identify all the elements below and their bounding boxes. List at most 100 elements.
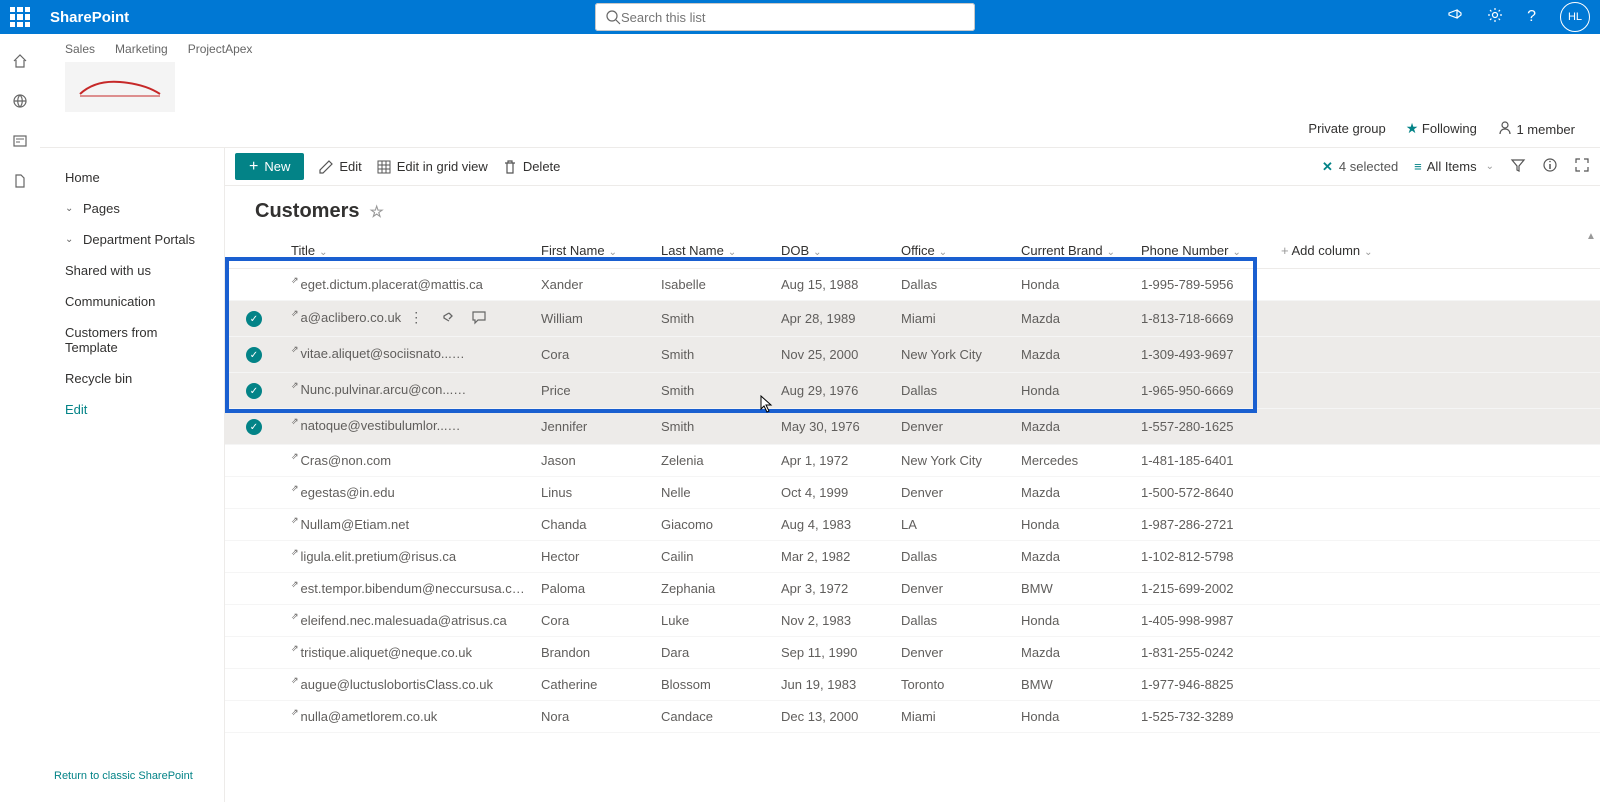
filter-icon[interactable] [1510,157,1526,176]
cell-office: Dallas [893,541,1013,573]
table-row[interactable]: ✓⇗a@aclibero.co.uk⋮WilliamSmithApr 28, 1… [225,301,1600,337]
share-icon[interactable] [490,345,506,364]
table-row[interactable]: ✓⇗natoque@vestibulumlor...⋮JenniferSmith… [225,409,1600,445]
cell-title[interactable]: tristique.aliquet@neque.co.uk [301,645,472,660]
comment-icon[interactable] [517,417,533,436]
favorite-star-icon[interactable]: ☆ [369,202,383,222]
col-dob[interactable]: DOB⌄ [773,233,893,269]
table-row[interactable]: ⇗egestas@in.eduLinusNelleOct 4, 1999Denv… [225,477,1600,509]
table-row[interactable]: ⇗Cras@non.comJasonZeleniaApr 1, 1972New … [225,445,1600,477]
search-input[interactable] [621,10,965,25]
table-row[interactable]: ⇗tristique.aliquet@neque.co.ukBrandonDar… [225,637,1600,669]
view-dropdown[interactable]: ≡All Items⌄ [1414,159,1494,174]
cell-title[interactable]: Nullam@Etiam.net [301,517,410,532]
col-phone[interactable]: Phone Number⌄ [1133,233,1273,269]
selected-check-icon[interactable]: ✓ [246,311,262,327]
cell-title[interactable]: Cras@non.com [301,453,392,468]
selected-check-icon[interactable]: ✓ [246,419,262,435]
cell-phone: 1-525-732-3289 [1133,701,1273,733]
waffle-icon[interactable] [10,7,30,27]
site-logo[interactable] [65,62,175,112]
cell-title[interactable]: vitae.aliquet@sociisnato... [301,346,465,361]
settings-icon[interactable] [1487,7,1503,28]
comment-icon[interactable] [471,309,487,328]
cell-title[interactable]: egestas@in.edu [301,485,395,500]
table-row[interactable]: ⇗augue@luctuslobortisClass.co.ukCatherin… [225,669,1600,701]
cell-brand: BMW [1013,669,1133,701]
col-firstname[interactable]: First Name⌄ [533,233,653,269]
cell-brand: Honda [1013,269,1133,301]
table-row[interactable]: ⇗ligula.elit.pretium@risus.caHectorCaili… [225,541,1600,573]
table-row[interactable]: ✓⇗vitae.aliquet@sociisnato...⋮CoraSmithN… [225,337,1600,373]
globe-icon[interactable] [11,92,29,110]
table-row[interactable]: ⇗Nullam@Etiam.netChandaGiacomoAug 4, 198… [225,509,1600,541]
cell-title[interactable]: a@aclibero.co.uk [301,310,402,325]
expand-icon[interactable] [1574,157,1590,176]
nav-communication[interactable]: Communication [40,286,224,317]
table-row[interactable]: ⇗nulla@ametlorem.co.ukNoraCandaceDec 13,… [225,701,1600,733]
grid-view-button[interactable]: Edit in grid view [376,159,488,175]
table-row[interactable]: ⇗eget.dictum.placerat@mattis.caXanderIsa… [225,269,1600,301]
file-icon[interactable] [11,172,29,190]
cell-lastname: Blossom [653,669,773,701]
comment-icon[interactable] [523,381,533,400]
nav-home[interactable]: Home [40,162,224,193]
more-icon[interactable]: ⋮ [409,309,423,328]
search-box[interactable] [595,3,975,31]
col-add[interactable]: + Add column⌄ [1273,233,1600,269]
cell-firstname: William [533,301,653,337]
selected-check-icon[interactable]: ✓ [246,347,262,363]
cell-title[interactable]: ligula.elit.pretium@risus.ca [301,549,457,564]
cell-dob: Apr 1, 1972 [773,445,893,477]
hub-link-marketing[interactable]: Marketing [115,42,168,56]
info-icon[interactable] [1542,157,1558,176]
cell-office: Denver [893,477,1013,509]
col-title[interactable]: Title⌄ [283,233,533,269]
cell-title[interactable]: natoque@vestibulumlor... [301,418,461,433]
nav-shared[interactable]: Shared with us [40,255,224,286]
home-icon[interactable] [11,52,29,70]
follow-button[interactable]: ★ Following [1406,120,1477,137]
avatar[interactable]: HL [1560,2,1590,32]
share-icon[interactable] [439,309,455,328]
table-row[interactable]: ✓⇗Nunc.pulvinar.arcu@con...⋮PriceSmithAu… [225,373,1600,409]
selected-check-icon[interactable]: ✓ [246,383,262,399]
nav-pages[interactable]: ⌄Pages [40,193,224,224]
selection-count[interactable]: ✕4 selected [1322,159,1398,175]
cell-brand: Mazda [1013,637,1133,669]
cell-title[interactable]: Nunc.pulvinar.arcu@con... [301,382,467,397]
cell-title[interactable]: est.tempor.bibendum@neccursusa.com [301,581,530,596]
table-row[interactable]: ⇗est.tempor.bibendum@neccursusa.comPalom… [225,573,1600,605]
cell-lastname: Giacomo [653,509,773,541]
edit-button[interactable]: Edit [318,159,361,175]
hub-link-projectapex[interactable]: ProjectApex [188,42,253,56]
col-brand[interactable]: Current Brand⌄ [1013,233,1133,269]
nav-recycle[interactable]: Recycle bin [40,363,224,394]
nav-customers[interactable]: Customers from Template [40,317,224,363]
cell-title[interactable]: nulla@ametlorem.co.uk [301,709,438,724]
share-icon[interactable] [491,381,507,400]
link-icon: ⇗ [291,579,299,589]
nav-department-portals[interactable]: ⌄Department Portals [40,224,224,255]
col-lastname[interactable]: Last Name⌄ [653,233,773,269]
new-button[interactable]: +New [235,153,304,180]
megaphone-icon[interactable] [1447,7,1463,28]
scroll-up-icon[interactable]: ▲ [1584,231,1598,242]
col-office[interactable]: Office⌄ [893,233,1013,269]
cell-title[interactable]: augue@luctuslobortisClass.co.uk [301,677,493,692]
hub-link-sales[interactable]: Sales [65,42,95,56]
table-row[interactable]: ⇗eleifend.nec.malesuada@atrisus.caCoraLu… [225,605,1600,637]
suite-brand[interactable]: SharePoint [50,9,129,26]
cell-phone: 1-977-946-8825 [1133,669,1273,701]
news-icon[interactable] [11,132,29,150]
delete-button[interactable]: Delete [502,159,561,175]
return-classic-link[interactable]: Return to classic SharePoint [40,760,224,792]
help-icon[interactable]: ? [1527,8,1536,26]
members-count[interactable]: 1 member [1497,120,1575,137]
cell-brand: Mazda [1013,409,1133,445]
comment-icon[interactable] [522,345,533,364]
cell-title[interactable]: eleifend.nec.malesuada@atrisus.ca [301,613,507,628]
nav-edit[interactable]: Edit [40,394,224,425]
cell-title[interactable]: eget.dictum.placerat@mattis.ca [301,277,483,292]
share-icon[interactable] [485,417,501,436]
